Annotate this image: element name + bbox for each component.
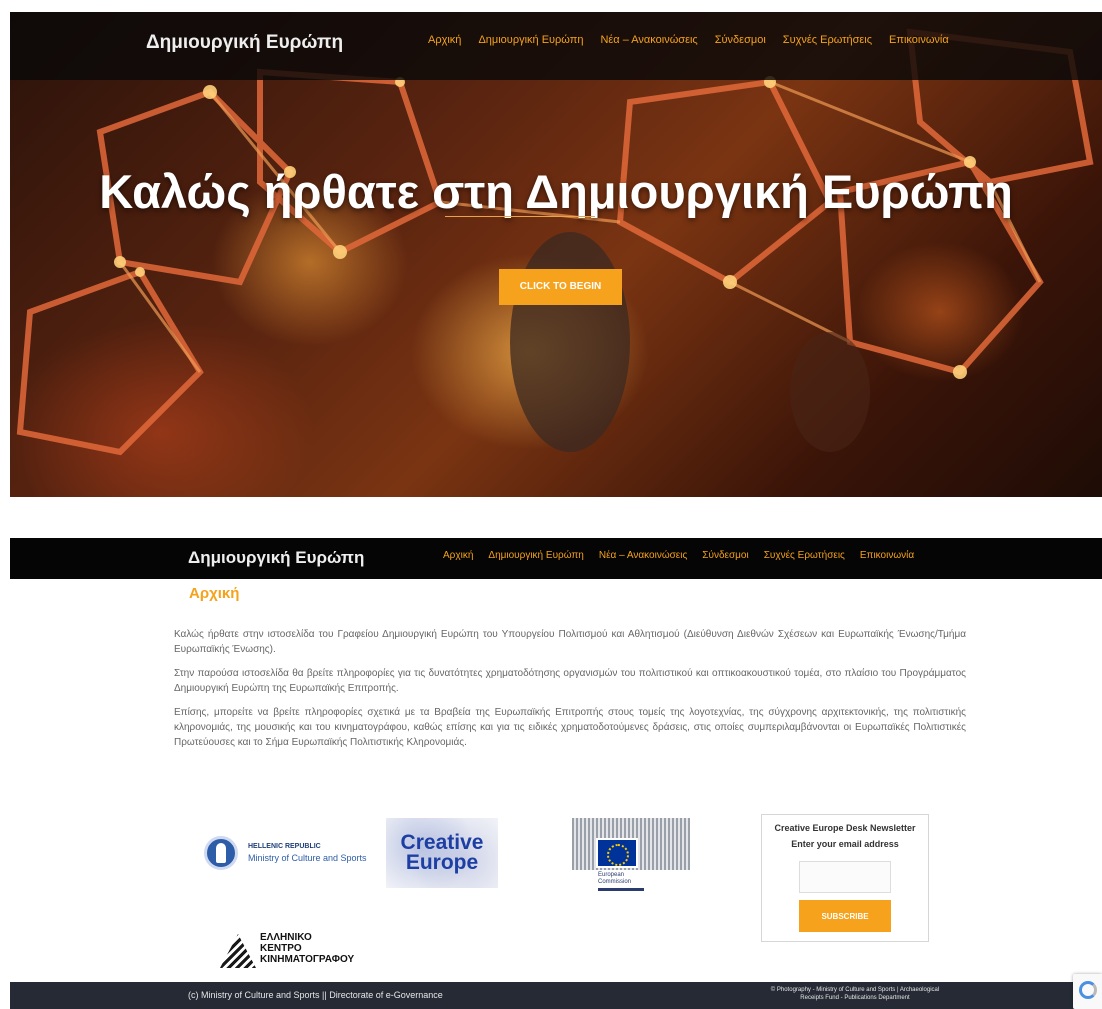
content-paragraph: Επίσης, μπορείτε να βρείτε πληροφορίες σ…	[174, 707, 966, 748]
page-title: Αρχική	[189, 585, 240, 602]
ec-logo-line1: European	[598, 872, 625, 878]
site-logo-sticky[interactable]: Δημιουργική Ευρώπη	[188, 548, 364, 568]
newsletter-title: Creative Europe Desk Newsletter	[774, 823, 916, 833]
main-menu: Αρχική Δημιουργική Ευρώπη Νέα – Ανακοινώ…	[428, 34, 966, 46]
creative-europe-line2: Europe	[405, 851, 479, 874]
eu-flag-icon	[596, 838, 638, 868]
hero-divider	[445, 216, 595, 217]
footer-credits-line1: © Photography - Ministry of Culture and …	[770, 987, 940, 993]
subscribe-button[interactable]: SUBSCRIBE	[799, 900, 891, 932]
menu-item-home[interactable]: Αρχική	[428, 34, 461, 46]
hellenic-logo-line1: HELLENIC REPUBLIC	[248, 843, 321, 850]
gfc-logo-line1: ΕΛΛΗΝΙΚΟ	[260, 932, 312, 943]
menu-item-faq[interactable]: Συχνές Ερωτήσεις	[783, 34, 872, 46]
content-paragraph: Στην παρούσα ιστοσελίδα θα βρείτε πληροφ…	[174, 668, 966, 694]
greek-film-centre-logo[interactable]: ΕΛΛΗΝΙΚΟ ΚΕΝΤΡΟ ΚΙΝΗΜΑΤΟΓΡΑΦΟΥ	[220, 928, 360, 968]
page-content: Καλώς ήρθατε στην ιστοσελίδα του Γραφείο…	[174, 627, 966, 759]
creative-europe-logo[interactable]: Creative Europe	[386, 818, 498, 888]
european-commission-logo[interactable]: European Commission	[572, 818, 690, 898]
sticky-menu: Αρχική Δημιουργική Ευρώπη Νέα – Ανακοινώ…	[443, 550, 929, 561]
hellenic-logo-line2: Ministry of Culture and Sports	[248, 853, 367, 863]
greek-emblem-icon	[204, 836, 238, 870]
menu-item-contact[interactable]: Επικοινωνία	[889, 34, 949, 46]
ec-logo-line2: Commission	[598, 879, 632, 885]
site-footer: (c) Ministry of Culture and Sports || Di…	[10, 982, 1102, 1009]
sticky-menu-item-faq[interactable]: Συχνές Ερωτήσεις	[764, 550, 845, 561]
sticky-menu-item-news[interactable]: Νέα – Ανακοινώσεις	[599, 550, 687, 561]
menu-item-creative-europe[interactable]: Δημιουργική Ευρώπη	[478, 34, 583, 46]
hellenic-ministry-logo[interactable]: HELLENIC REPUBLIC Ministry of Culture an…	[204, 836, 367, 870]
hero-background-image	[16, 28, 1094, 456]
sticky-navbar: Δημιουργική Ευρώπη Αρχική Δημιουργική Ευ…	[10, 538, 1102, 579]
newsletter-subtitle: Enter your email address	[791, 839, 899, 849]
sticky-menu-item-links[interactable]: Σύνδεσμοι	[702, 550, 748, 561]
newsletter-email-input[interactable]	[799, 861, 891, 893]
newsletter-widget: Creative Europe Desk Newsletter Enter yo…	[761, 814, 929, 942]
gfc-logo-line3: ΚΙΝΗΜΑΤΟΓΡΑΦΟΥ	[260, 954, 355, 965]
menu-item-links[interactable]: Σύνδεσμοι	[715, 34, 766, 46]
sticky-menu-item-creative-europe[interactable]: Δημιουργική Ευρώπη	[488, 550, 583, 561]
site-logo[interactable]: Δημιουργική Ευρώπη	[146, 32, 343, 54]
footer-credits-line2: Receipts Fund - Publications Department	[800, 995, 910, 1001]
hero-section: Δημιουργική Ευρώπη Αρχική Δημιουργική Ευ…	[10, 12, 1102, 497]
recaptcha-badge[interactable]	[1073, 974, 1102, 1009]
gfc-logo-line2: ΚΕΝΤΡΟ	[260, 943, 302, 954]
recaptcha-icon	[1079, 981, 1097, 999]
click-to-begin-button[interactable]: CLICK TO BEGIN	[499, 269, 622, 305]
footer-copyright: (c) Ministry of Culture and Sports || Di…	[188, 990, 443, 1000]
film-centre-mark-icon	[220, 934, 256, 968]
menu-item-news[interactable]: Νέα – Ανακοινώσεις	[600, 34, 697, 46]
ec-underline	[598, 888, 644, 891]
hero-navbar: Δημιουργική Ευρώπη Αρχική Δημιουργική Ευ…	[10, 12, 1102, 80]
content-paragraph: Καλώς ήρθατε στην ιστοσελίδα του Γραφείο…	[174, 629, 966, 655]
hero-title: Καλώς ήρθατε στη Δημιουργική Ευρώπη	[99, 165, 1013, 218]
footer-credits: © Photography - Ministry of Culture and …	[750, 986, 960, 1009]
sticky-menu-item-home[interactable]: Αρχική	[443, 550, 473, 561]
sticky-menu-item-contact[interactable]: Επικοινωνία	[860, 550, 914, 561]
